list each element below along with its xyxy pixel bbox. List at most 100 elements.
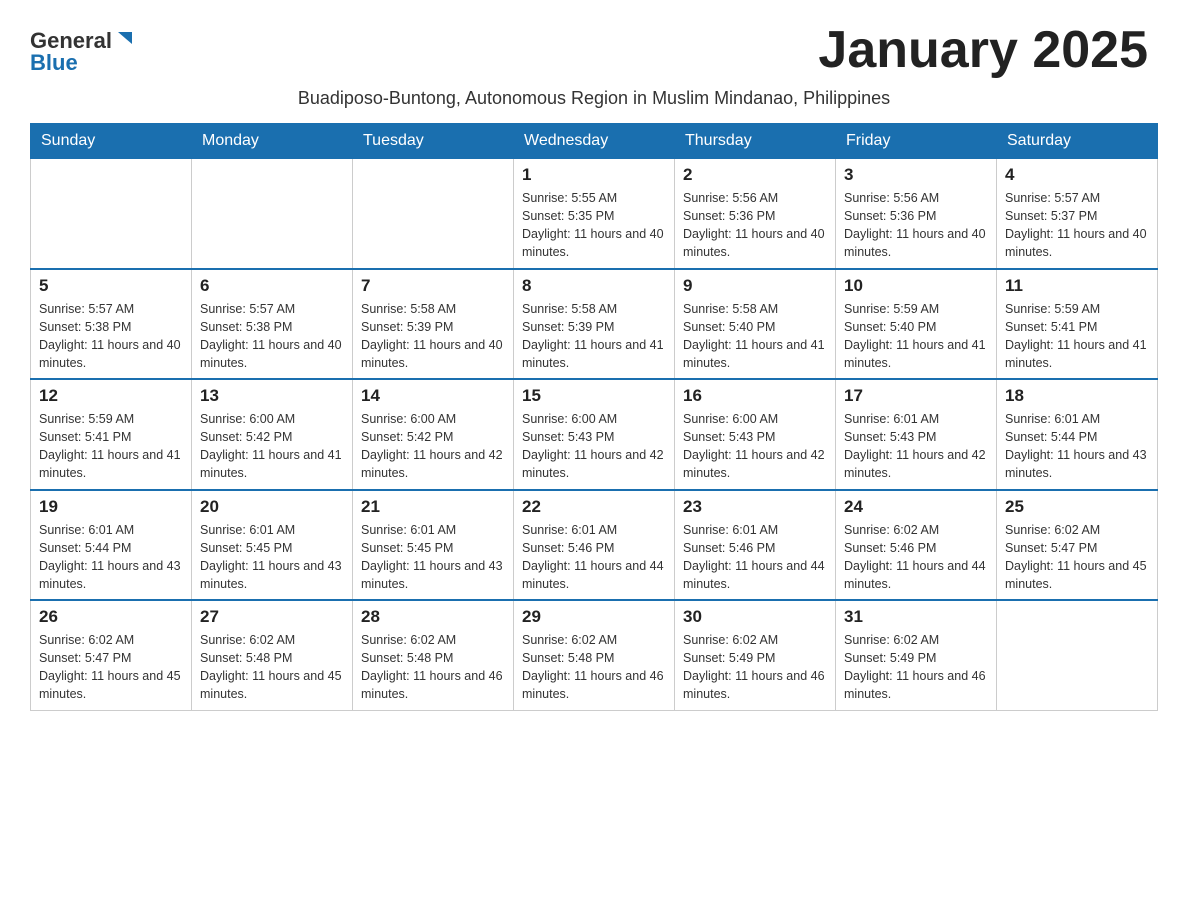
calendar-day-cell: 18Sunrise: 6:01 AMSunset: 5:44 PMDayligh… [997,379,1158,490]
calendar-day-cell: 25 Sunrise: 6:02 AMSunset: 5:47 PMDayligh… [997,490,1158,601]
calendar: SundayMondayTuesdayWednesdayThursdayFrid… [30,123,1158,711]
calendar-day-cell: 19Sunrise: 6:01 AMSunset: 5:44 PMDayligh… [31,490,192,601]
calendar-day-cell: 1 Sunrise: 5:55 AMSunset: 5:35 PMDaylight… [514,159,675,269]
day-number: 18 [1005,386,1149,406]
day-info: Sunrise: 5:56 AMSunset: 5:36 PMDaylight:… [844,189,988,262]
calendar-day-cell: 10Sunrise: 5:59 AMSunset: 5:40 PMDayligh… [836,269,997,380]
day-info: Sunrise: 5:59 AMSunset: 5:41 PMDaylight:… [39,410,183,483]
day-info: Sunrise: 6:01 AMSunset: 5:43 PMDaylight:… [844,410,988,483]
calendar-day-cell: 4 Sunrise: 5:57 AMSunset: 5:37 PMDaylight… [997,159,1158,269]
day-info: Sunrise: 6:02 AMSunset: 5:48 PMDaylight:… [361,631,505,704]
day-number: 15 [522,386,666,406]
calendar-day-cell: 24Sunrise: 6:02 AMSunset: 5:46 PMDayligh… [836,490,997,601]
calendar-week-row: 19Sunrise: 6:01 AMSunset: 5:44 PMDayligh… [31,490,1158,601]
day-number: 3 [844,165,988,185]
month-title: January 2025 [136,20,1158,80]
day-info: Sunrise: 6:02 AMSunset: 5:48 PMDaylight:… [522,631,666,704]
calendar-day-cell: 26 Sunrise: 6:02 AMSunset: 5:47 PMDayligh… [31,600,192,710]
day-info: Sunrise: 6:00 AMSunset: 5:42 PMDaylight:… [200,410,344,483]
logo-arrow-icon [114,28,136,50]
calendar-day-cell: 20 Sunrise: 6:01 AMSunset: 5:45 PMDayligh… [192,490,353,601]
day-info: Sunrise: 5:56 AMSunset: 5:36 PMDaylight:… [683,189,827,262]
day-number: 23 [683,497,827,517]
day-info: Sunrise: 5:55 AMSunset: 5:35 PMDaylight:… [522,189,666,262]
calendar-header-monday: Monday [192,124,353,159]
calendar-day-cell: 2Sunrise: 5:56 AMSunset: 5:36 PMDaylight… [675,159,836,269]
calendar-day-cell: 13 Sunrise: 6:00 AMSunset: 5:42 PMDayligh… [192,379,353,490]
subtitle: Buadiposo-Buntong, Autonomous Region in … [30,88,1158,109]
day-number: 20 [200,497,344,517]
calendar-day-cell: 16Sunrise: 6:00 AMSunset: 5:43 PMDayligh… [675,379,836,490]
day-info: Sunrise: 6:02 AMSunset: 5:47 PMDaylight:… [1005,521,1149,594]
day-info: Sunrise: 5:57 AMSunset: 5:38 PMDaylight:… [200,300,344,373]
calendar-day-cell: 27 Sunrise: 6:02 AMSunset: 5:48 PMDayligh… [192,600,353,710]
calendar-day-cell: 9 Sunrise: 5:58 AMSunset: 5:40 PMDaylight… [675,269,836,380]
day-number: 13 [200,386,344,406]
day-info: Sunrise: 6:00 AMSunset: 5:43 PMDaylight:… [522,410,666,483]
calendar-week-row: 26 Sunrise: 6:02 AMSunset: 5:47 PMDayligh… [31,600,1158,710]
calendar-day-cell: 8 Sunrise: 5:58 AMSunset: 5:39 PMDaylight… [514,269,675,380]
logo-text-blue: Blue [30,50,78,76]
day-info: Sunrise: 6:00 AMSunset: 5:42 PMDaylight:… [361,410,505,483]
calendar-day-cell: 12 Sunrise: 5:59 AMSunset: 5:41 PMDayligh… [31,379,192,490]
calendar-day-cell: 11 Sunrise: 5:59 AMSunset: 5:41 PMDayligh… [997,269,1158,380]
day-info: Sunrise: 6:02 AMSunset: 5:46 PMDaylight:… [844,521,988,594]
day-info: Sunrise: 6:01 AMSunset: 5:46 PMDaylight:… [522,521,666,594]
day-number: 12 [39,386,183,406]
calendar-day-cell: 3 Sunrise: 5:56 AMSunset: 5:36 PMDaylight… [836,159,997,269]
calendar-day-cell: 14Sunrise: 6:00 AMSunset: 5:42 PMDayligh… [353,379,514,490]
day-number: 27 [200,607,344,627]
day-info: Sunrise: 5:58 AMSunset: 5:39 PMDaylight:… [361,300,505,373]
calendar-header-tuesday: Tuesday [353,124,514,159]
calendar-header-friday: Friday [836,124,997,159]
day-number: 9 [683,276,827,296]
day-number: 17 [844,386,988,406]
calendar-day-cell [192,159,353,269]
calendar-day-cell [997,600,1158,710]
calendar-day-cell: 15 Sunrise: 6:00 AMSunset: 5:43 PMDayligh… [514,379,675,490]
calendar-week-row: 12 Sunrise: 5:59 AMSunset: 5:41 PMDayligh… [31,379,1158,490]
calendar-header-row: SundayMondayTuesdayWednesdayThursdayFrid… [31,124,1158,159]
calendar-header-saturday: Saturday [997,124,1158,159]
day-info: Sunrise: 6:02 AMSunset: 5:49 PMDaylight:… [683,631,827,704]
day-info: Sunrise: 6:01 AMSunset: 5:45 PMDaylight:… [200,521,344,594]
day-info: Sunrise: 5:57 AMSunset: 5:38 PMDaylight:… [39,300,183,373]
day-number: 25 [1005,497,1149,517]
day-info: Sunrise: 5:58 AMSunset: 5:40 PMDaylight:… [683,300,827,373]
calendar-day-cell: 22 Sunrise: 6:01 AMSunset: 5:46 PMDayligh… [514,490,675,601]
calendar-day-cell: 7 Sunrise: 5:58 AMSunset: 5:39 PMDaylight… [353,269,514,380]
day-number: 19 [39,497,183,517]
header: General Blue January 2025 [30,20,1158,80]
calendar-day-cell: 31Sunrise: 6:02 AMSunset: 5:49 PMDayligh… [836,600,997,710]
day-number: 21 [361,497,505,517]
day-info: Sunrise: 5:57 AMSunset: 5:37 PMDaylight:… [1005,189,1149,262]
calendar-day-cell [353,159,514,269]
calendar-header-thursday: Thursday [675,124,836,159]
day-info: Sunrise: 6:02 AMSunset: 5:48 PMDaylight:… [200,631,344,704]
calendar-header-sunday: Sunday [31,124,192,159]
day-info: Sunrise: 6:01 AMSunset: 5:45 PMDaylight:… [361,521,505,594]
day-number: 30 [683,607,827,627]
calendar-header-wednesday: Wednesday [514,124,675,159]
day-info: Sunrise: 5:59 AMSunset: 5:41 PMDaylight:… [1005,300,1149,373]
logo: General Blue [30,30,136,76]
day-info: Sunrise: 6:02 AMSunset: 5:49 PMDaylight:… [844,631,988,704]
calendar-body: 1 Sunrise: 5:55 AMSunset: 5:35 PMDaylight… [31,159,1158,711]
day-number: 5 [39,276,183,296]
day-number: 10 [844,276,988,296]
day-number: 26 [39,607,183,627]
day-number: 8 [522,276,666,296]
day-number: 11 [1005,276,1149,296]
day-info: Sunrise: 5:58 AMSunset: 5:39 PMDaylight:… [522,300,666,373]
calendar-day-cell: 30 Sunrise: 6:02 AMSunset: 5:49 PMDayligh… [675,600,836,710]
day-number: 16 [683,386,827,406]
calendar-day-cell: 28 Sunrise: 6:02 AMSunset: 5:48 PMDayligh… [353,600,514,710]
day-number: 6 [200,276,344,296]
calendar-day-cell: 21 Sunrise: 6:01 AMSunset: 5:45 PMDayligh… [353,490,514,601]
day-number: 4 [1005,165,1149,185]
day-number: 1 [522,165,666,185]
day-info: Sunrise: 6:02 AMSunset: 5:47 PMDaylight:… [39,631,183,704]
day-number: 28 [361,607,505,627]
day-number: 22 [522,497,666,517]
day-number: 7 [361,276,505,296]
